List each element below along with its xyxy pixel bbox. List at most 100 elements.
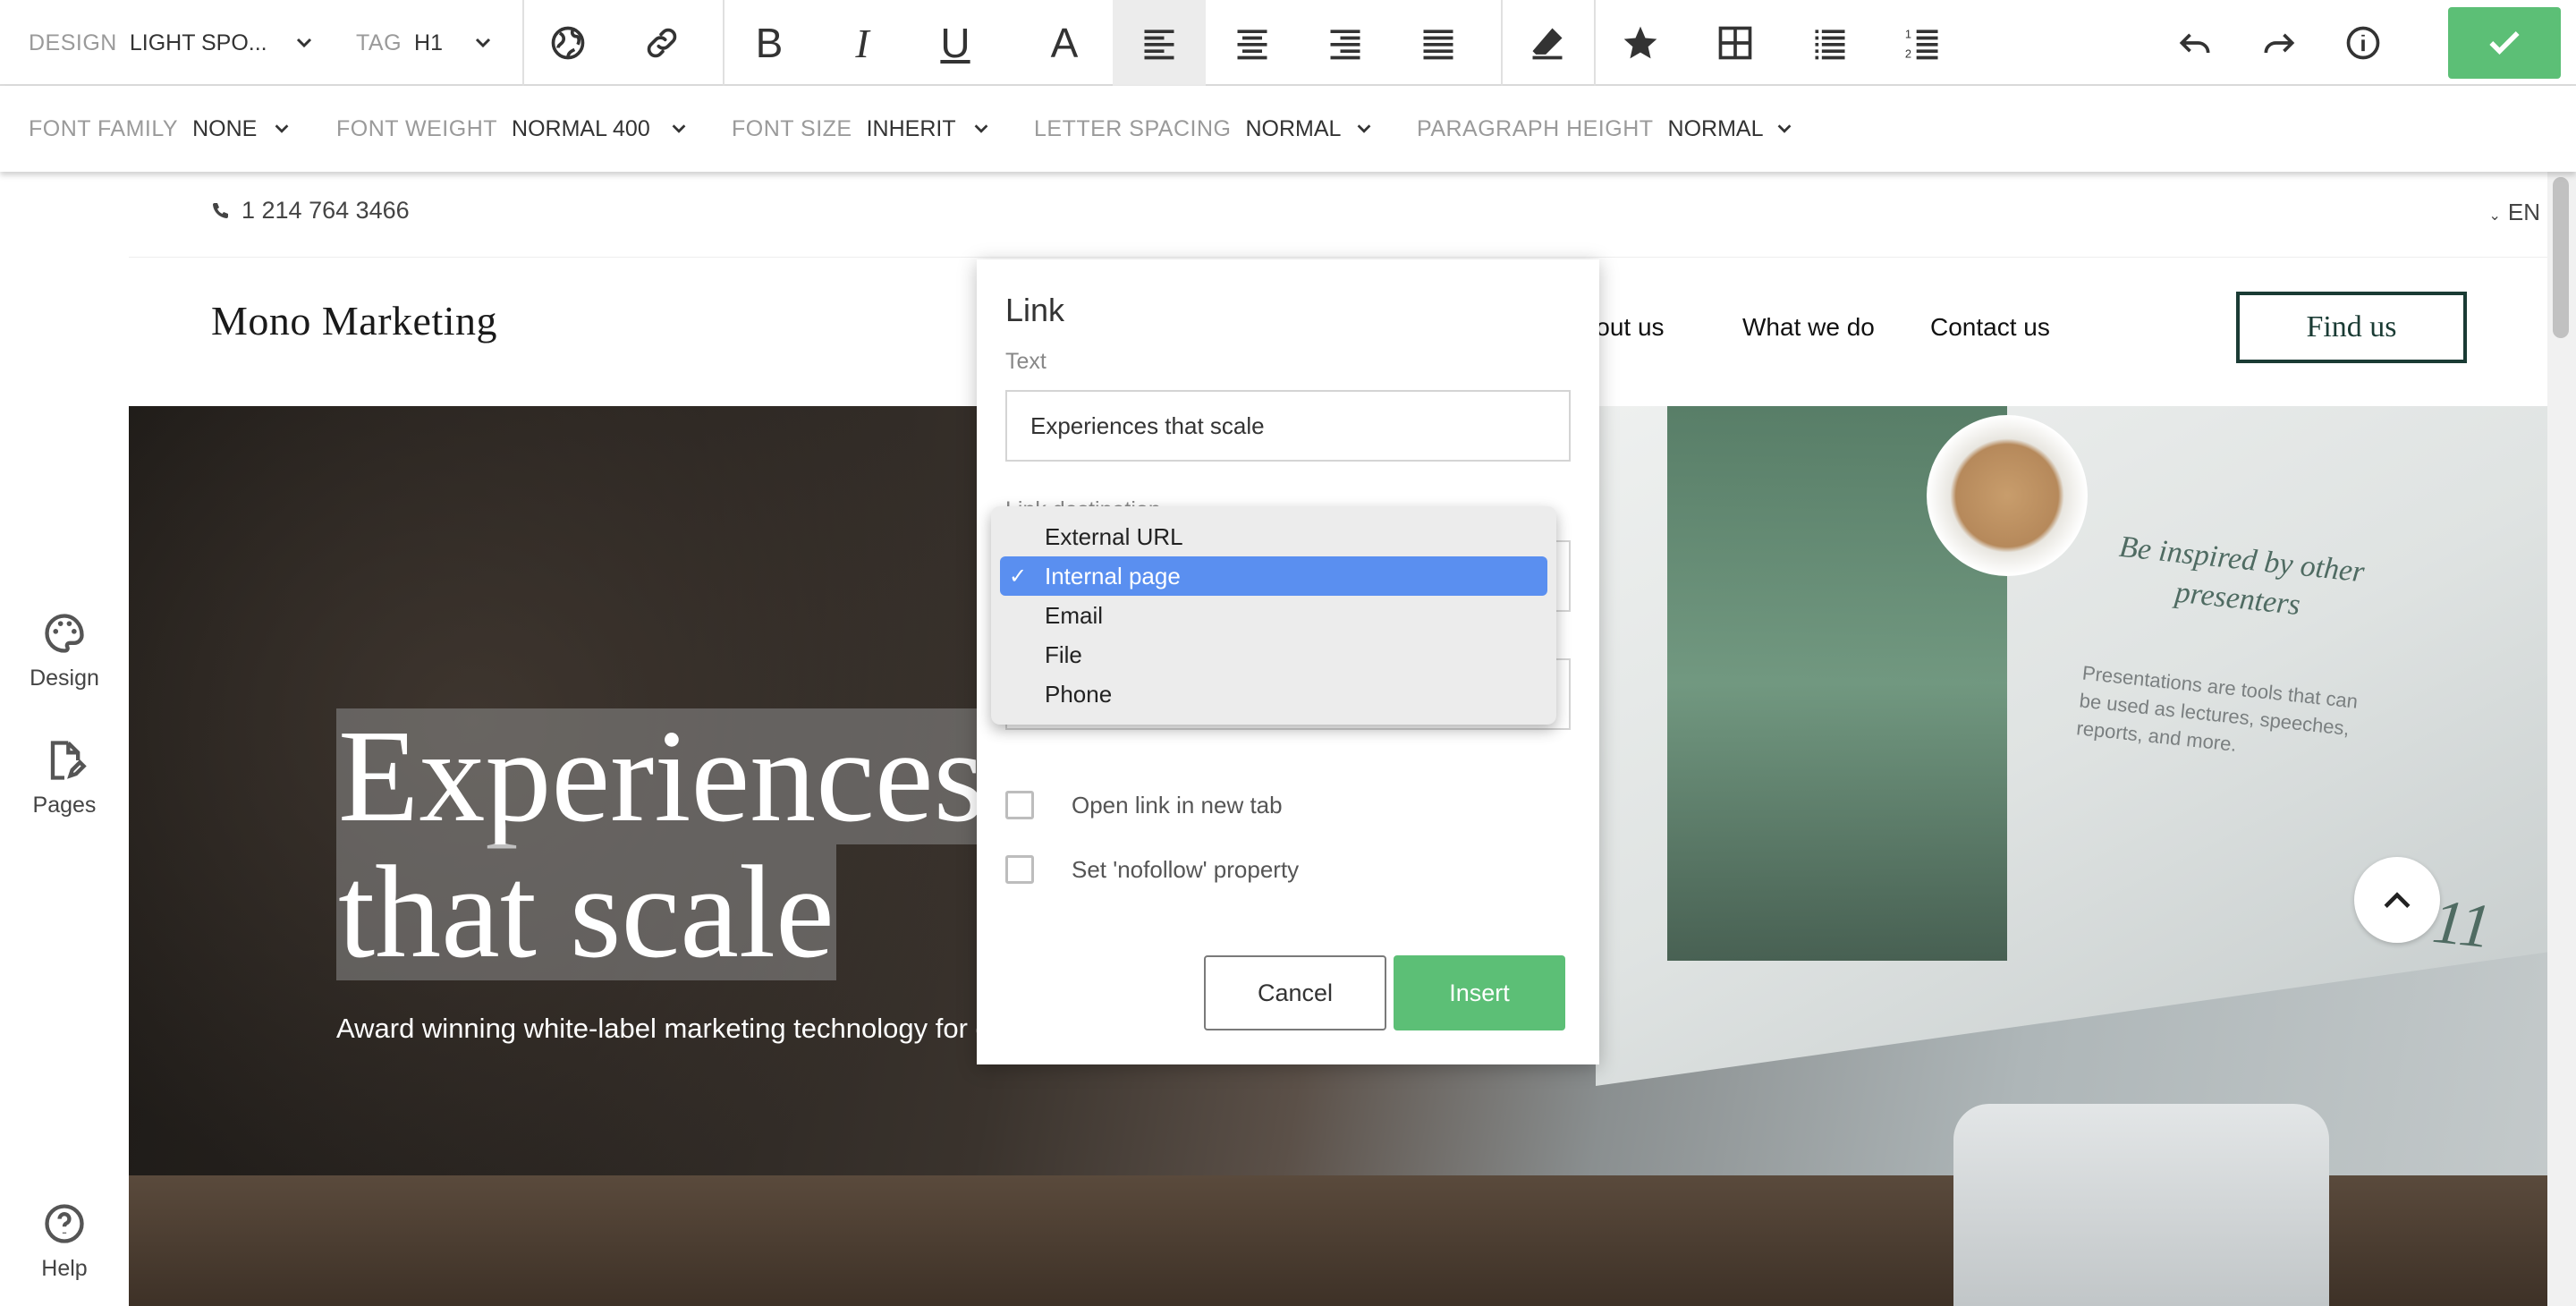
hero-monitor-stand <box>1953 1104 2329 1306</box>
align-center-icon <box>1237 30 1267 60</box>
svg-text:2: 2 <box>1905 47 1911 61</box>
dropdown-option-phone[interactable]: Phone <box>1000 674 1547 714</box>
paragraph-height-value: NORMAL <box>1667 115 1764 141</box>
align-right-button[interactable] <box>1299 0 1392 86</box>
align-left-icon <box>1144 30 1174 60</box>
numbered-list-button[interactable]: 12 <box>1877 0 1970 86</box>
paragraph-height-label: PARAGRAPH HEIGHT <box>1417 115 1654 141</box>
new-tab-checkbox[interactable] <box>1005 791 1034 819</box>
redo-button[interactable] <box>2233 0 2326 86</box>
align-left-button[interactable] <box>1113 0 1206 86</box>
link-text-input[interactable]: Experiences that scale <box>1005 390 1571 462</box>
tag-select[interactable]: TAG H1 <box>356 0 508 86</box>
design-value: LIGHT SPO... <box>129 30 267 55</box>
paragraph-height-select[interactable]: PARAGRAPH HEIGHT NORMAL <box>1417 86 1801 172</box>
option-label: Phone <box>1045 680 1113 708</box>
font-size-select[interactable]: FONT SIZE INHERIT <box>732 86 1000 172</box>
bullet-list-button[interactable] <box>1784 0 1877 86</box>
hero-headline[interactable]: Experiences that scale <box>336 708 987 980</box>
hero-subline[interactable]: Award winning white-label marketing tech… <box>336 1013 1048 1045</box>
nofollow-checkbox[interactable] <box>1005 855 1034 884</box>
numbered-list-icon: 12 <box>1905 28 1938 61</box>
language-value: EN <box>2507 199 2540 225</box>
tag-value: H1 <box>414 30 444 55</box>
dropdown-option-email[interactable]: Email <box>1000 596 1547 635</box>
find-us-button[interactable]: Find us <box>2236 292 2467 363</box>
hero-cup-image <box>1927 415 2088 576</box>
align-center-button[interactable] <box>1206 0 1299 86</box>
insert-button[interactable]: Insert <box>1394 955 1565 1030</box>
help-icon <box>45 1204 84 1243</box>
chevron-down-icon <box>672 124 686 133</box>
dropdown-option-internal-page[interactable]: ✓ Internal page <box>1000 556 1547 596</box>
sidebar-item-pages[interactable]: Pages <box>0 737 129 818</box>
page-scrollbar[interactable] <box>2547 172 2576 1306</box>
table-button[interactable] <box>1689 0 1782 86</box>
nav-link-what-we-do[interactable]: What we do <box>1742 313 1875 342</box>
option-label: Email <box>1045 601 1104 629</box>
font-size-label: FONT SIZE <box>732 115 852 141</box>
language-select[interactable]: ⌄ EN <box>2488 199 2540 226</box>
align-justify-button[interactable] <box>1392 0 1485 86</box>
link-button[interactable] <box>615 0 708 86</box>
text-color-button[interactable]: A <box>1018 0 1111 86</box>
info-button[interactable] <box>2317 0 2410 86</box>
headline-line-1: Experiences <box>336 703 987 850</box>
chevron-up-icon <box>2384 892 2411 908</box>
font-family-select[interactable]: FONT FAMILY NONE <box>29 86 297 172</box>
italic-button[interactable]: I <box>816 0 909 86</box>
star-button[interactable] <box>1594 0 1687 86</box>
new-tab-option[interactable]: Open link in new tab <box>1005 791 1283 819</box>
text-label: Text <box>1005 349 1046 374</box>
nav-link-contact[interactable]: Contact us <box>1930 313 2050 342</box>
align-justify-icon <box>1423 30 1453 60</box>
redo-icon <box>2264 33 2295 54</box>
sidebar-item-label: Design <box>30 666 99 691</box>
option-label: File <box>1045 640 1082 668</box>
globe-button[interactable] <box>521 0 614 86</box>
table-icon <box>1718 26 1752 60</box>
site-topbar: 1 214 764 3466 ⌄ EN <box>129 172 2547 258</box>
phone-contact[interactable]: 1 214 764 3466 <box>209 197 410 225</box>
palette-icon <box>45 614 84 653</box>
link-icon <box>647 28 677 58</box>
dropdown-option-file[interactable]: File <box>1000 635 1547 674</box>
phone-icon <box>213 202 228 218</box>
chevron-down-icon <box>1777 124 1792 133</box>
chevron-down-icon <box>475 38 491 48</box>
italic-icon: I <box>855 20 869 66</box>
design-label: DESIGN <box>29 30 117 55</box>
undo-button[interactable] <box>2148 0 2241 86</box>
sidebar-item-design[interactable]: Design <box>0 610 129 691</box>
page-edit-icon <box>50 741 87 780</box>
sidebar-item-help[interactable]: Help <box>0 1200 129 1282</box>
checkmark-icon <box>2489 31 2520 55</box>
scroll-top-button[interactable] <box>2354 857 2440 943</box>
scrollbar-thumb[interactable] <box>2553 177 2569 338</box>
clear-format-button[interactable] <box>1501 0 1594 86</box>
main-toolbar: DESIGN LIGHT SPO... TAG H1 B I U A 1 2 <box>0 0 2576 86</box>
nofollow-label: Set 'nofollow' property <box>1072 855 1300 883</box>
headline-line-2: that scale <box>336 839 836 986</box>
underline-button[interactable]: U <box>909 0 1002 86</box>
text-color-icon: A <box>1050 20 1079 66</box>
cancel-button[interactable]: Cancel <box>1204 955 1386 1030</box>
font-weight-label: FONT WEIGHT <box>336 115 498 141</box>
align-right-icon <box>1330 30 1360 60</box>
sidebar-item-label: Help <box>41 1256 88 1281</box>
new-tab-label: Open link in new tab <box>1072 791 1283 818</box>
design-select[interactable]: DESIGN LIGHT SPO... <box>29 0 324 86</box>
font-weight-select[interactable]: FONT WEIGHT NORMAL 400 <box>336 86 694 172</box>
chevron-down-icon <box>1357 124 1371 133</box>
letter-spacing-select[interactable]: LETTER SPACING NORMAL <box>1034 86 1383 172</box>
font-family-label: FONT FAMILY <box>29 115 179 141</box>
destination-dropdown: External URL ✓ Internal page Email File P… <box>991 506 1556 725</box>
dropdown-option-external-url[interactable]: External URL <box>1000 517 1547 556</box>
bold-icon: B <box>755 20 784 66</box>
undo-icon <box>2179 33 2210 54</box>
nofollow-option[interactable]: Set 'nofollow' property <box>1005 855 1299 884</box>
site-logo[interactable]: Mono Marketing <box>211 297 497 344</box>
bold-button[interactable]: B <box>723 0 816 86</box>
letter-spacing-label: LETTER SPACING <box>1034 115 1232 141</box>
confirm-button[interactable] <box>2448 7 2561 79</box>
